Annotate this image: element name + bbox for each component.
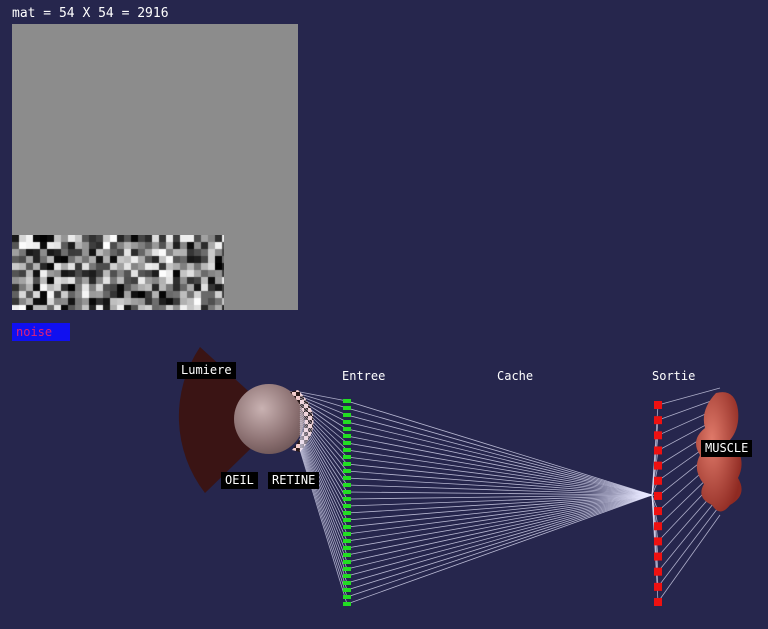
muscle-label: MUSCLE [701,440,753,457]
output-neuron [654,401,662,409]
output-neuron [654,552,662,561]
eye-label: OEIL [221,472,258,489]
input-neuron [343,504,351,508]
input-neuron [343,455,351,459]
connection-line [657,495,721,572]
input-neuron [343,595,351,599]
output-neuron [654,446,662,455]
input-neuron [343,511,351,515]
output-neuron [654,582,662,591]
input-neuron [343,560,351,564]
input-neuron [343,581,351,585]
output-neuron [654,507,662,516]
input-neuron [343,483,351,487]
input-layer-label: Entree [342,369,386,383]
input-layer [343,399,351,606]
input-neuron [343,588,351,592]
input-neuron [343,441,351,445]
connection-line [299,435,348,556]
connection-line [346,494,653,584]
connection-line [657,514,721,603]
connection-line [346,494,653,549]
input-neuron [343,490,351,494]
input-neuron [343,553,351,557]
input-neuron [343,406,351,410]
output-neuron [654,416,662,425]
input-neuron [343,574,351,578]
connection-line [346,449,653,496]
output-neuron [654,537,662,546]
input-neuron [343,420,351,424]
connection-line [346,494,653,591]
input-neuron [343,546,351,550]
output-layer-label: Sortie [652,369,696,383]
output-neuron [654,476,662,485]
input-neuron [343,469,351,473]
output-neuron [654,522,662,531]
input-neuron [343,399,351,403]
connection-line [346,494,653,570]
input-neuron [343,602,351,606]
input-neuron [343,434,351,438]
connection-line [299,447,348,598]
output-neuron [654,598,662,606]
neural-network-scene [178,347,742,606]
output-neuron [654,491,662,500]
input-neuron [343,518,351,522]
input-neuron [343,448,351,452]
input-neuron [343,413,351,417]
connection-line [346,494,653,542]
input-neuron [343,427,351,431]
output-neuron [654,431,662,440]
input-neuron [343,476,351,480]
connection-line [299,443,348,584]
light-label: Lumiere [177,362,236,379]
output-neuron [654,567,662,576]
hidden-layer-label: Cache [497,369,534,383]
input-neuron [343,462,351,466]
connection-line [346,407,653,496]
input-neuron [343,525,351,529]
input-neuron [343,532,351,536]
input-neuron [343,539,351,543]
input-neuron [343,567,351,571]
input-neuron [343,497,351,501]
retina-label: RETINE [268,472,320,489]
output-neuron [654,461,662,470]
connection-line [346,456,653,496]
connection-line [346,428,653,496]
connection-line [346,421,653,496]
